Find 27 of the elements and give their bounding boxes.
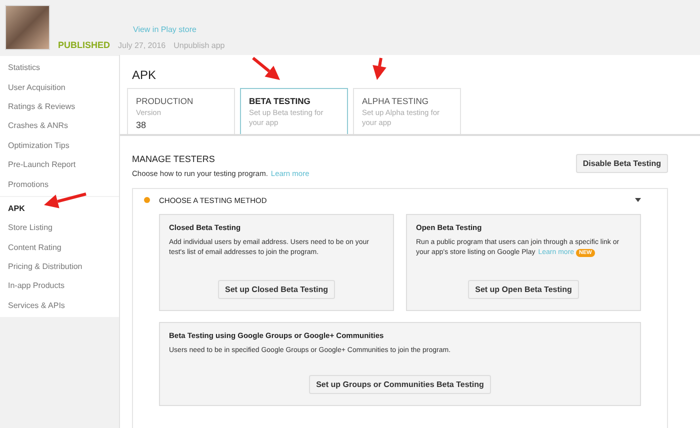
sidebar-item[interactable]: APK xyxy=(0,198,119,218)
status-dot-icon xyxy=(144,197,150,203)
pointer-arrow xyxy=(372,58,386,80)
sidebar-item[interactable]: Pre-Launch Report xyxy=(0,154,119,174)
setup-button[interactable]: Set up Groups or Communities Beta Testing xyxy=(309,375,491,394)
sidebar-item[interactable]: Services & APIs xyxy=(0,296,119,316)
sidebar-item[interactable]: Promotions xyxy=(0,174,119,194)
sidebar-item[interactable]: In-app Products xyxy=(0,276,119,296)
app-icon-placeholder xyxy=(5,5,50,50)
setup-button[interactable]: Set up Open Beta Testing xyxy=(468,280,579,299)
status-label: PUBLISHED xyxy=(58,40,110,50)
pointer-arrow xyxy=(44,192,86,208)
sidebar-item[interactable]: Statistics xyxy=(0,58,119,78)
sidebar-item[interactable]: Crashes & ANRs xyxy=(0,116,119,136)
section-heading: MANAGE TESTERS xyxy=(132,154,216,164)
disable-beta-button[interactable]: Disable Beta Testing xyxy=(576,154,668,173)
sidebar-item[interactable]: Ratings & Reviews xyxy=(0,96,119,116)
sidebar-item[interactable]: Store Listing xyxy=(0,218,119,238)
sidebar-item[interactable]: Optimization Tips xyxy=(0,136,119,155)
setup-button[interactable]: Set up Closed Beta Testing xyxy=(218,280,335,299)
caret-icon[interactable] xyxy=(635,198,641,202)
sidebar-item[interactable]: Pricing & Distribution xyxy=(0,256,119,276)
sidebar-item[interactable]: Content Rating xyxy=(0,238,119,257)
sidebar-item[interactable]: User Acquisition xyxy=(0,77,119,97)
page-title: APK xyxy=(132,68,156,84)
publish-date: July 27, 2016 xyxy=(118,41,166,50)
pointer-arrow xyxy=(252,56,280,80)
